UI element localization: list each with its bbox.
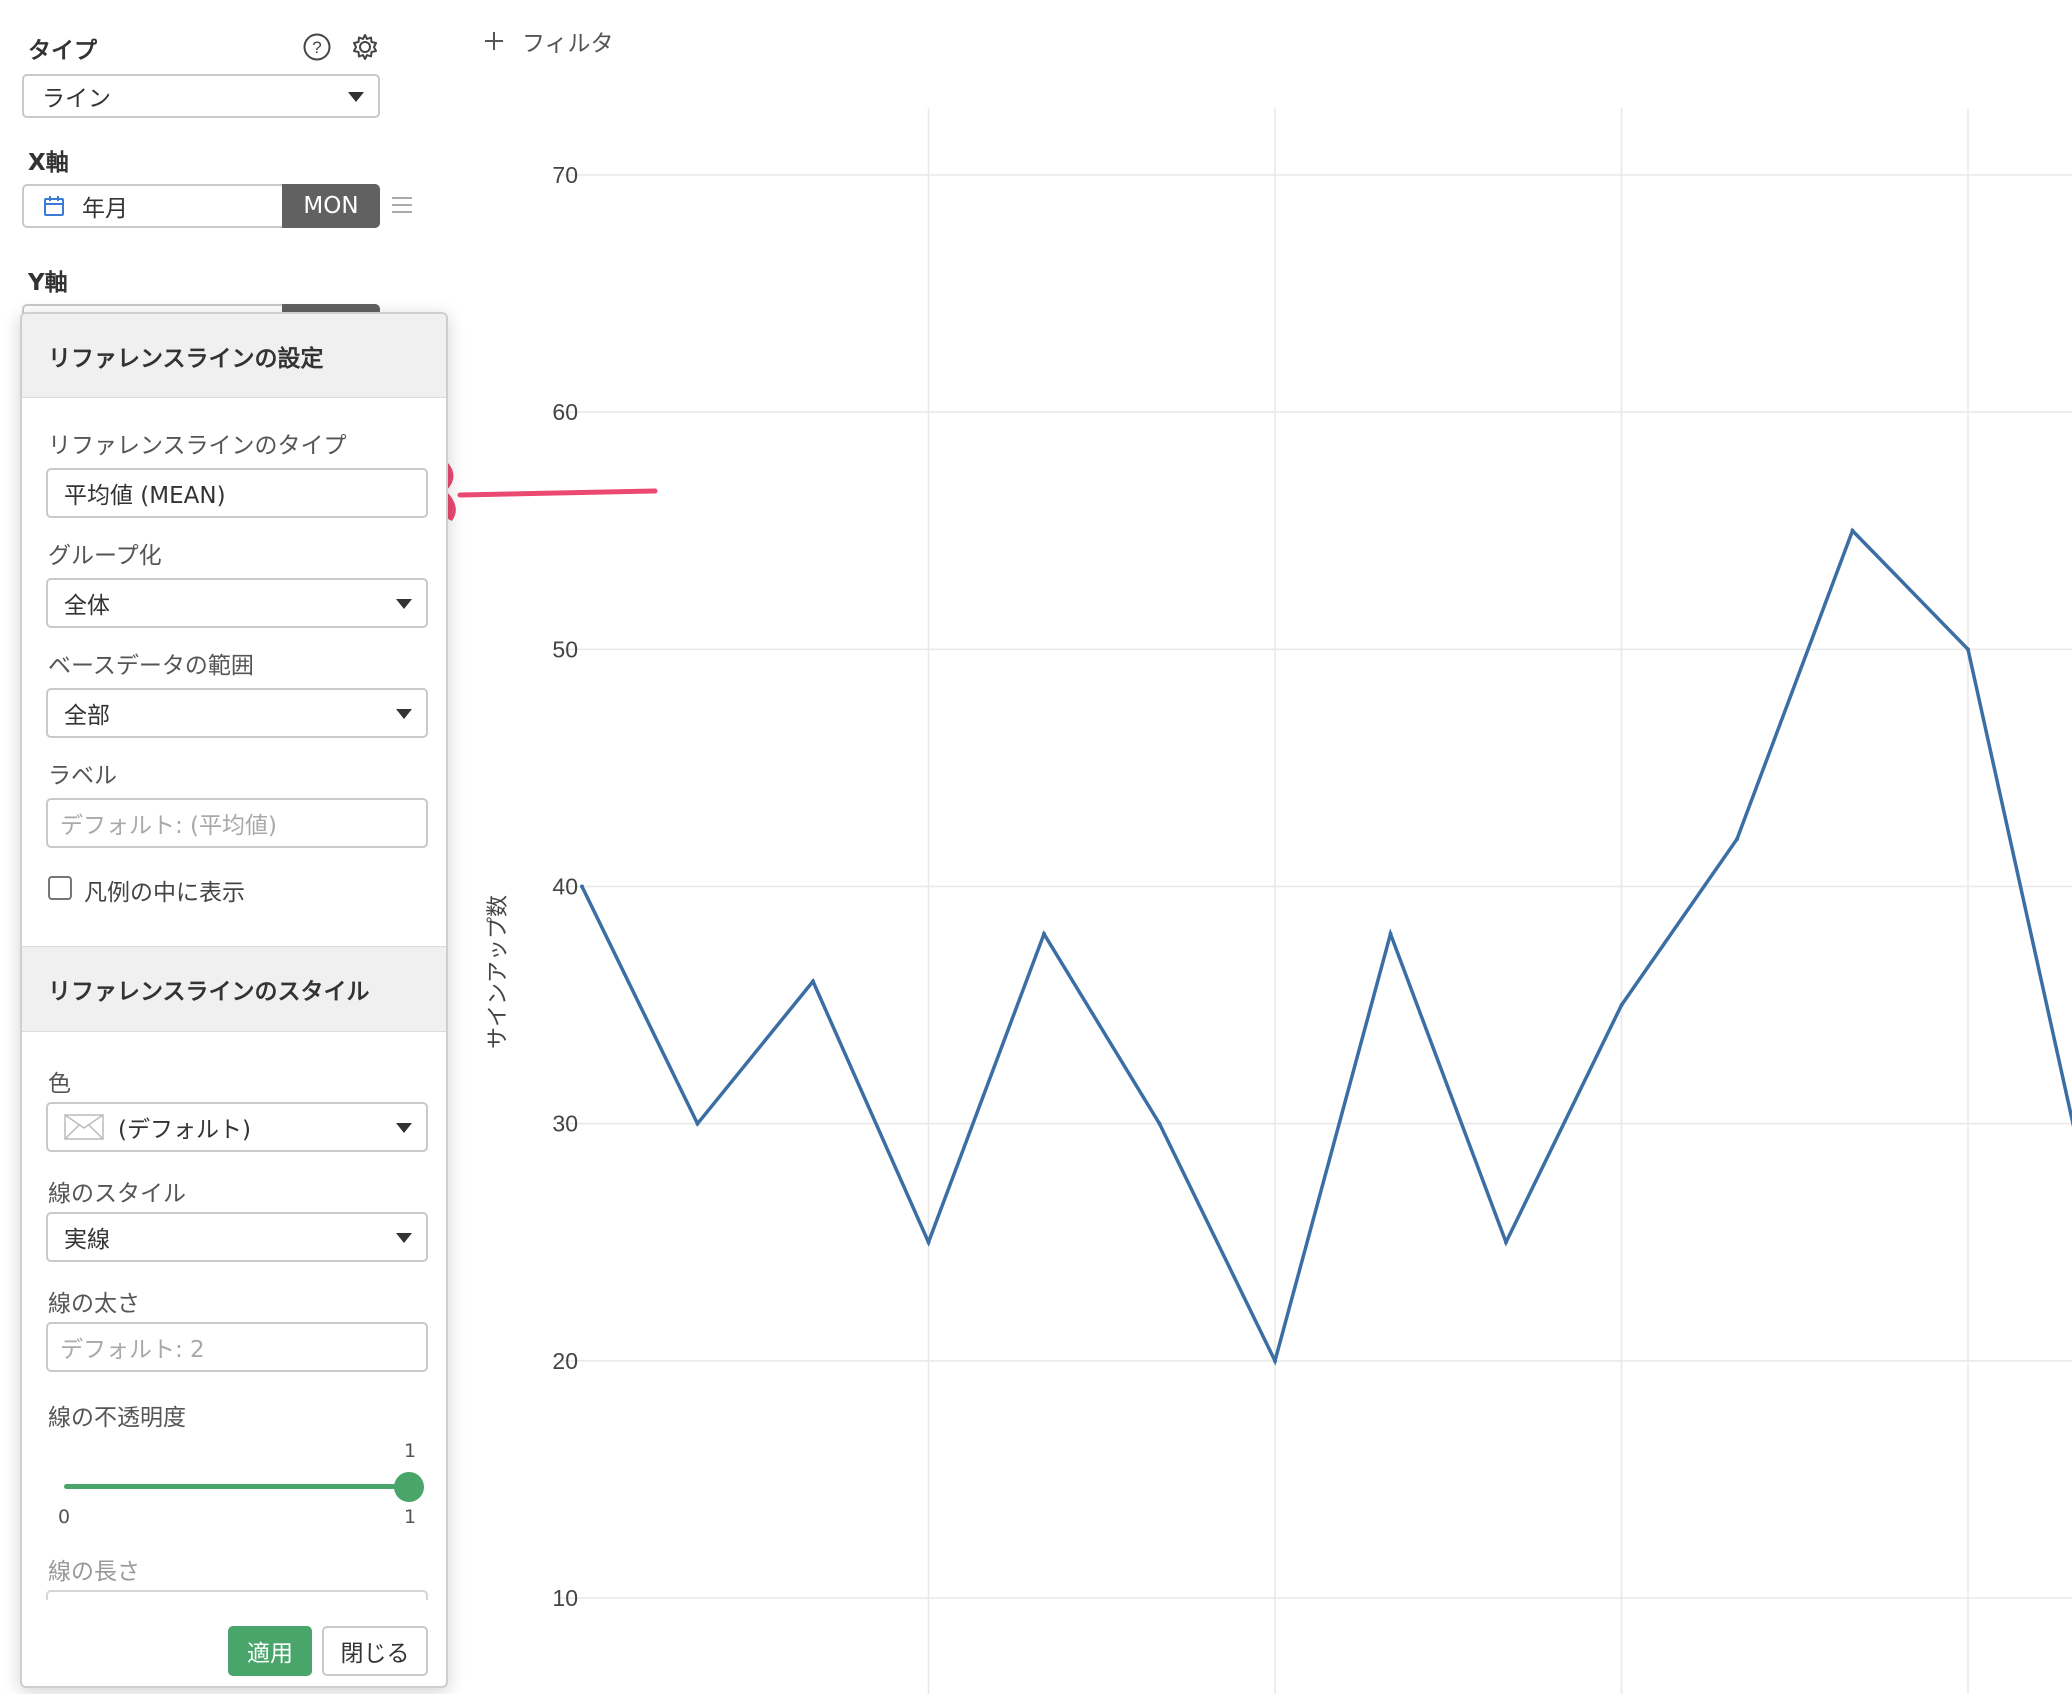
y-axis-ticks: 10 20 30 40 50 60 70 bbox=[552, 162, 578, 1611]
data-point bbox=[1735, 837, 1739, 842]
envelope-icon bbox=[64, 1114, 104, 1140]
data-point bbox=[1850, 528, 1855, 533]
y-tick-label: 60 bbox=[552, 399, 578, 425]
color-label: 色 bbox=[48, 1071, 71, 1097]
data-point bbox=[1273, 1358, 1277, 1363]
legend-checkbox[interactable] bbox=[48, 876, 72, 900]
line-length-input-partial[interactable] bbox=[46, 1590, 428, 1600]
data-point bbox=[1388, 931, 1393, 936]
group-value: 全体 bbox=[64, 593, 110, 619]
line-width-label: 線の太さ bbox=[48, 1291, 140, 1317]
reference-line-popover: リファレンスラインの設定 リファレンスラインのタイプ 平均値 (MEAN) グル… bbox=[20, 312, 448, 1688]
chevron-down-icon bbox=[396, 1123, 412, 1133]
label-input-placeholder: デフォルト: (平均値) bbox=[60, 813, 278, 839]
ref-type-value: 平均値 (MEAN) bbox=[64, 483, 226, 509]
color-select[interactable]: (デフォルト) bbox=[46, 1102, 428, 1152]
y-tick-label: 40 bbox=[552, 874, 578, 900]
data-point bbox=[580, 884, 584, 889]
data-point bbox=[926, 1240, 931, 1245]
data-point bbox=[1157, 1121, 1162, 1126]
style-section-header: リファレンスラインのスタイル bbox=[22, 946, 446, 1032]
line-length-label: 線の長さ bbox=[48, 1559, 140, 1585]
label-field-label: ラベル bbox=[48, 763, 117, 789]
base-range-select[interactable]: 全部 bbox=[46, 688, 428, 738]
settings-section-header: リファレンスラインの設定 bbox=[22, 314, 446, 398]
ref-type-select[interactable]: 平均値 (MEAN) bbox=[46, 468, 428, 518]
y-axis-title: サインアップ数 bbox=[486, 895, 511, 1049]
line-style-select[interactable]: 実線 bbox=[46, 1212, 428, 1262]
opacity-slider-handle[interactable] bbox=[394, 1472, 424, 1502]
color-value: (デフォルト) bbox=[118, 1117, 251, 1143]
data-point bbox=[1966, 647, 1970, 652]
label-input[interactable]: デフォルト: (平均値) bbox=[46, 798, 428, 848]
group-label: グループ化 bbox=[48, 543, 162, 569]
opacity-slider-track[interactable] bbox=[64, 1484, 412, 1489]
series-points bbox=[580, 528, 1970, 1363]
vertical-gridlines bbox=[927, 108, 1969, 1694]
opacity-max: 1 bbox=[404, 1506, 417, 1528]
data-point bbox=[1504, 1240, 1508, 1245]
data-point bbox=[695, 1121, 700, 1126]
base-range-value: 全部 bbox=[64, 703, 110, 729]
opacity-min: 0 bbox=[58, 1506, 71, 1528]
y-tick-label: 70 bbox=[552, 162, 578, 188]
y-tick-label: 30 bbox=[552, 1111, 578, 1137]
y-tick-label: 50 bbox=[552, 636, 578, 662]
ref-type-label: リファレンスラインのタイプ bbox=[48, 433, 347, 459]
y-tick-label: 10 bbox=[552, 1585, 578, 1611]
opacity-current-value: 1 bbox=[404, 1440, 417, 1462]
data-point bbox=[811, 979, 815, 984]
chevron-down-icon bbox=[396, 599, 412, 609]
apply-button[interactable]: 適用 bbox=[228, 1626, 312, 1676]
legend-checkbox-label: 凡例の中に表示 bbox=[84, 880, 245, 906]
data-point bbox=[1042, 931, 1046, 936]
data-point bbox=[1619, 1003, 1624, 1008]
chevron-down-icon bbox=[396, 1233, 412, 1243]
horizontal-gridlines bbox=[560, 174, 2072, 1599]
group-select[interactable]: 全体 bbox=[46, 578, 428, 628]
y-tick-label: 20 bbox=[552, 1348, 578, 1374]
close-button[interactable]: 閉じる bbox=[322, 1626, 428, 1676]
line-style-label: 線のスタイル bbox=[48, 1181, 186, 1207]
opacity-label: 線の不透明度 bbox=[48, 1405, 186, 1431]
line-width-placeholder: デフォルト: 2 bbox=[60, 1337, 205, 1363]
base-range-label: ベースデータの範囲 bbox=[48, 653, 254, 679]
line-width-input[interactable]: デフォルト: 2 bbox=[46, 1322, 428, 1372]
series-line bbox=[580, 527, 2072, 1366]
chevron-down-icon bbox=[396, 709, 412, 719]
line-style-value: 実線 bbox=[64, 1227, 110, 1253]
